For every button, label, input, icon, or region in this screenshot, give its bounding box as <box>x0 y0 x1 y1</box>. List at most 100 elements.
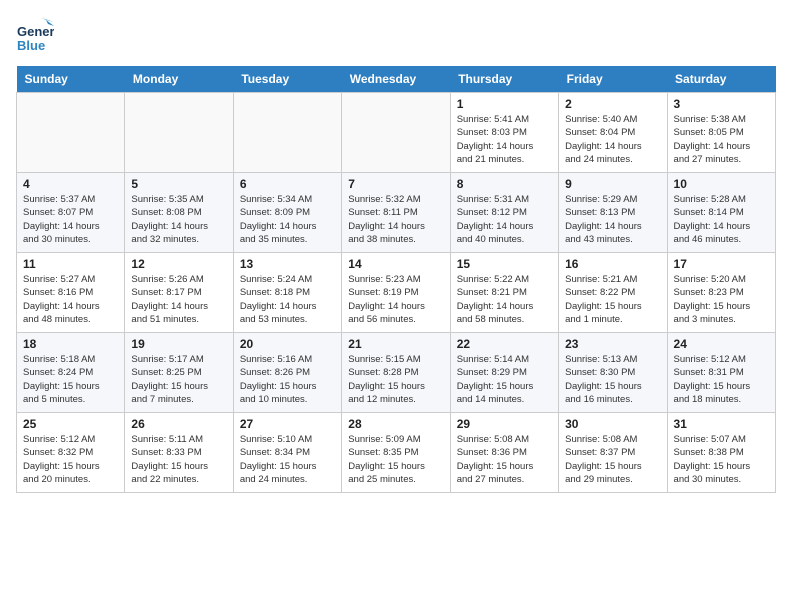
day-info: Sunrise: 5:20 AM Sunset: 8:23 PM Dayligh… <box>674 273 769 326</box>
weekday-header: Friday <box>559 66 667 93</box>
day-number: 13 <box>240 257 335 271</box>
svg-text:General: General <box>17 24 54 39</box>
day-info: Sunrise: 5:16 AM Sunset: 8:26 PM Dayligh… <box>240 353 335 406</box>
day-number: 29 <box>457 417 552 431</box>
day-number: 7 <box>348 177 443 191</box>
calendar-week-row: 11 Sunrise: 5:27 AM Sunset: 8:16 PM Dayli… <box>17 253 776 333</box>
day-number: 16 <box>565 257 660 271</box>
day-number: 9 <box>565 177 660 191</box>
day-info: Sunrise: 5:31 AM Sunset: 8:12 PM Dayligh… <box>457 193 552 246</box>
calendar-day-cell: 12Sunrise: 5:26 AM Sunset: 8:17 PM Dayli… <box>125 253 233 333</box>
weekday-header: Wednesday <box>342 66 450 93</box>
calendar-week-row: 4 Sunrise: 5:37 AM Sunset: 8:07 PM Daylig… <box>17 173 776 253</box>
day-number: 14 <box>348 257 443 271</box>
day-info: Sunrise: 5:15 AM Sunset: 8:28 PM Dayligh… <box>348 353 443 406</box>
day-number: 28 <box>348 417 443 431</box>
day-number: 10 <box>674 177 769 191</box>
calendar-day-cell <box>17 93 125 173</box>
day-info: Sunrise: 5:32 AM Sunset: 8:11 PM Dayligh… <box>348 193 443 246</box>
calendar-day-cell: 1 Sunrise: 5:41 AM Sunset: 8:03 PM Daylig… <box>450 93 558 173</box>
day-info: Sunrise: 5:22 AM Sunset: 8:21 PM Dayligh… <box>457 273 552 326</box>
calendar-day-cell: 23 Sunrise: 5:13 AM Sunset: 8:30 PM Dayli… <box>559 333 667 413</box>
calendar-day-cell: 31 Sunrise: 5:07 AM Sunset: 8:38 PM Dayli… <box>667 413 775 493</box>
day-number: 2 <box>565 97 660 111</box>
day-info: Sunrise: 5:41 AM Sunset: 8:03 PM Dayligh… <box>457 113 552 166</box>
day-number: 21 <box>348 337 443 351</box>
day-number: 22 <box>457 337 552 351</box>
day-info: Sunrise: 5:07 AM Sunset: 8:38 PM Dayligh… <box>674 433 769 486</box>
calendar-day-cell: 15 Sunrise: 5:22 AM Sunset: 8:21 PM Dayli… <box>450 253 558 333</box>
day-info: Sunrise: 5:40 AM Sunset: 8:04 PM Dayligh… <box>565 113 660 166</box>
day-number: 23 <box>565 337 660 351</box>
day-number: 15 <box>457 257 552 271</box>
calendar-day-cell: 3Sunrise: 5:38 AM Sunset: 8:05 PM Daylig… <box>667 93 775 173</box>
day-info: Sunrise: 5:23 AM Sunset: 8:19 PM Dayligh… <box>348 273 443 326</box>
calendar-day-cell: 26 Sunrise: 5:11 AM Sunset: 8:33 PM Dayli… <box>125 413 233 493</box>
day-info: Sunrise: 5:37 AM Sunset: 8:07 PM Dayligh… <box>23 193 118 246</box>
day-info: Sunrise: 5:29 AM Sunset: 8:13 PM Dayligh… <box>565 193 660 246</box>
day-number: 31 <box>674 417 769 431</box>
calendar-day-cell <box>342 93 450 173</box>
day-number: 1 <box>457 97 552 111</box>
calendar-day-cell: 14 Sunrise: 5:23 AM Sunset: 8:19 PM Dayli… <box>342 253 450 333</box>
calendar-day-cell: 7 Sunrise: 5:32 AM Sunset: 8:11 PM Daylig… <box>342 173 450 253</box>
day-info: Sunrise: 5:10 AM Sunset: 8:34 PM Dayligh… <box>240 433 335 486</box>
page-header: General Blue <box>16 16 776 54</box>
day-number: 6 <box>240 177 335 191</box>
day-number: 8 <box>457 177 552 191</box>
calendar-day-cell: 22 Sunrise: 5:14 AM Sunset: 8:29 PM Dayli… <box>450 333 558 413</box>
weekday-header: Thursday <box>450 66 558 93</box>
weekday-header: Monday <box>125 66 233 93</box>
calendar-day-cell: 10 Sunrise: 5:28 AM Sunset: 8:14 PM Dayli… <box>667 173 775 253</box>
calendar-day-cell: 19 Sunrise: 5:17 AM Sunset: 8:25 PM Dayli… <box>125 333 233 413</box>
calendar-day-cell: 25 Sunrise: 5:12 AM Sunset: 8:32 PM Dayli… <box>17 413 125 493</box>
calendar-day-cell: 2 Sunrise: 5:40 AM Sunset: 8:04 PM Daylig… <box>559 93 667 173</box>
calendar-day-cell: 29Sunrise: 5:08 AM Sunset: 8:36 PM Dayli… <box>450 413 558 493</box>
day-number: 11 <box>23 257 118 271</box>
day-number: 25 <box>23 417 118 431</box>
calendar-day-cell: 28 Sunrise: 5:09 AM Sunset: 8:35 PM Dayli… <box>342 413 450 493</box>
day-number: 12 <box>131 257 226 271</box>
day-info: Sunrise: 5:11 AM Sunset: 8:33 PM Dayligh… <box>131 433 226 486</box>
weekday-header: Saturday <box>667 66 775 93</box>
day-info: Sunrise: 5:18 AM Sunset: 8:24 PM Dayligh… <box>23 353 118 406</box>
day-info: Sunrise: 5:12 AM Sunset: 8:31 PM Dayligh… <box>674 353 769 406</box>
calendar-day-cell <box>233 93 341 173</box>
day-info: Sunrise: 5:28 AM Sunset: 8:14 PM Dayligh… <box>674 193 769 246</box>
calendar-day-cell: 5Sunrise: 5:35 AM Sunset: 8:08 PM Daylig… <box>125 173 233 253</box>
calendar-day-cell: 18 Sunrise: 5:18 AM Sunset: 8:24 PM Dayli… <box>17 333 125 413</box>
day-info: Sunrise: 5:08 AM Sunset: 8:37 PM Dayligh… <box>565 433 660 486</box>
day-number: 18 <box>23 337 118 351</box>
logo: General Blue <box>16 16 54 54</box>
day-info: Sunrise: 5:09 AM Sunset: 8:35 PM Dayligh… <box>348 433 443 486</box>
day-info: Sunrise: 5:27 AM Sunset: 8:16 PM Dayligh… <box>23 273 118 326</box>
day-number: 19 <box>131 337 226 351</box>
day-info: Sunrise: 5:14 AM Sunset: 8:29 PM Dayligh… <box>457 353 552 406</box>
day-info: Sunrise: 5:24 AM Sunset: 8:18 PM Dayligh… <box>240 273 335 326</box>
weekday-header: Sunday <box>17 66 125 93</box>
calendar-day-cell: 9 Sunrise: 5:29 AM Sunset: 8:13 PM Daylig… <box>559 173 667 253</box>
day-info: Sunrise: 5:34 AM Sunset: 8:09 PM Dayligh… <box>240 193 335 246</box>
day-number: 24 <box>674 337 769 351</box>
weekday-header: Tuesday <box>233 66 341 93</box>
calendar-week-row: 25 Sunrise: 5:12 AM Sunset: 8:32 PM Dayli… <box>17 413 776 493</box>
calendar-day-cell: 13 Sunrise: 5:24 AM Sunset: 8:18 PM Dayli… <box>233 253 341 333</box>
day-info: Sunrise: 5:12 AM Sunset: 8:32 PM Dayligh… <box>23 433 118 486</box>
svg-text:Blue: Blue <box>17 38 45 53</box>
calendar-day-cell: 20Sunrise: 5:16 AM Sunset: 8:26 PM Dayli… <box>233 333 341 413</box>
calendar-week-row: 1 Sunrise: 5:41 AM Sunset: 8:03 PM Daylig… <box>17 93 776 173</box>
day-info: Sunrise: 5:17 AM Sunset: 8:25 PM Dayligh… <box>131 353 226 406</box>
calendar-day-cell: 8 Sunrise: 5:31 AM Sunset: 8:12 PM Daylig… <box>450 173 558 253</box>
day-info: Sunrise: 5:13 AM Sunset: 8:30 PM Dayligh… <box>565 353 660 406</box>
calendar-table: SundayMondayTuesdayWednesdayThursdayFrid… <box>16 66 776 493</box>
calendar-day-cell: 4 Sunrise: 5:37 AM Sunset: 8:07 PM Daylig… <box>17 173 125 253</box>
calendar-week-row: 18 Sunrise: 5:18 AM Sunset: 8:24 PM Dayli… <box>17 333 776 413</box>
calendar-header-row: SundayMondayTuesdayWednesdayThursdayFrid… <box>17 66 776 93</box>
day-number: 30 <box>565 417 660 431</box>
day-number: 4 <box>23 177 118 191</box>
day-number: 3 <box>674 97 769 111</box>
calendar-day-cell: 30 Sunrise: 5:08 AM Sunset: 8:37 PM Dayli… <box>559 413 667 493</box>
day-number: 26 <box>131 417 226 431</box>
day-number: 27 <box>240 417 335 431</box>
calendar-day-cell: 24 Sunrise: 5:12 AM Sunset: 8:31 PM Dayli… <box>667 333 775 413</box>
